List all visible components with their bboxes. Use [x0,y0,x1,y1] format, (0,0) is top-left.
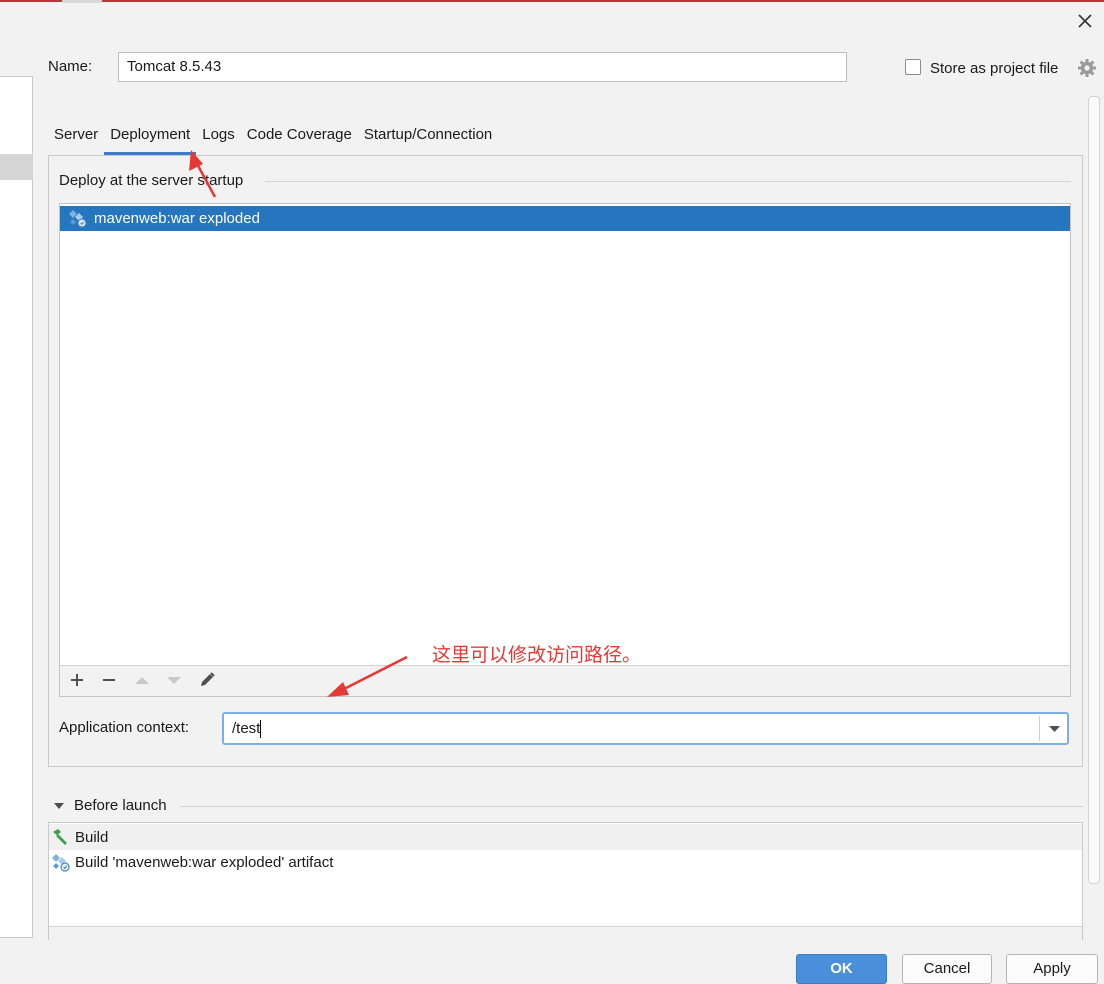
before-launch-title[interactable]: Before launch [74,797,167,815]
window-top-tab [62,0,102,3]
tab-server[interactable]: Server [48,124,104,154]
collapse-arrow-icon[interactable] [53,801,65,811]
name-label: Name: [48,58,93,75]
tab-code-coverage[interactable]: Code Coverage [241,124,358,154]
tab-deployment[interactable]: Deployment [104,124,197,155]
application-context-input[interactable]: /test [232,719,260,739]
ok-button[interactable]: OK [796,954,887,984]
application-context-combobox[interactable]: /test [222,712,1069,745]
before-launch-toolbar [49,926,1082,940]
before-launch-item-label[interactable]: Build [75,829,108,847]
move-up-icon[interactable] [130,668,154,692]
gear-icon[interactable] [1077,58,1097,78]
artifact-icon [69,210,87,228]
before-launch-divider [180,806,1083,807]
list-item[interactable] [49,824,1082,850]
artifact-icon [52,854,70,872]
application-context-label: Application context: [59,719,190,736]
store-as-project-file-label[interactable]: Store as project file [930,60,1058,78]
text-caret [260,720,261,738]
hammer-icon [53,829,67,845]
plus-icon[interactable] [65,668,89,692]
chevron-down-icon[interactable] [1042,714,1067,743]
deploy-section-title: Deploy at the server startup [59,172,250,190]
before-launch-item-label[interactable]: Build 'mavenweb:war exploded' artifact [75,854,333,872]
vertical-scrollbar[interactable] [1088,96,1100,884]
apply-button[interactable]: Apply [1006,954,1098,984]
name-input[interactable]: Tomcat 8.5.43 [118,52,847,82]
tab-startup-connection[interactable]: Startup/Connection [358,124,498,154]
store-as-project-file-checkbox[interactable] [905,59,921,75]
tab-bar: Server Deployment Logs Code Coverage Sta… [48,124,498,155]
tab-logs[interactable]: Logs [196,124,241,154]
artifact-label[interactable]: mavenweb:war exploded [94,210,260,228]
move-down-icon[interactable] [162,668,186,692]
close-icon[interactable] [1072,8,1098,34]
edit-icon[interactable] [195,668,219,692]
cancel-button[interactable]: Cancel [902,954,992,984]
configuration-tree-panel[interactable] [0,76,33,938]
artifact-list[interactable] [59,203,1071,697]
minus-icon[interactable] [97,668,121,692]
combobox-divider [1039,716,1040,741]
configuration-tree-selected-item[interactable] [0,154,33,180]
annotation-text: 这里可以修改访问路径。 [432,645,642,666]
window-top-accent [0,0,1104,2]
section-divider [265,181,1071,182]
